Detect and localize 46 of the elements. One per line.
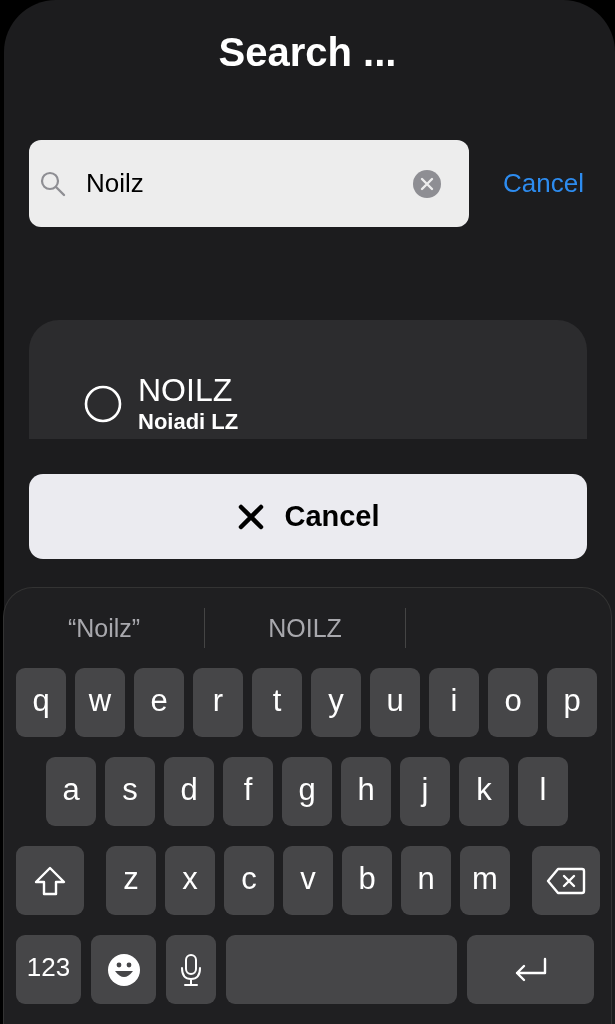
search-field[interactable]: Noilz [29,140,469,227]
microphone-icon [179,952,203,987]
letter-key[interactable]: j [400,757,450,826]
letter-key[interactable]: x [165,846,215,915]
cancel-link[interactable]: Cancel [503,168,584,199]
sheet-title: Search ... [217,29,398,76]
letter-key[interactable]: r [193,668,243,737]
letter-key[interactable]: l [518,757,568,826]
result-subtitle: Noiadi LZ [138,408,239,436]
radio-button[interactable] [84,385,122,423]
smiley-icon [106,952,141,987]
cancel-button[interactable]: Cancel [29,474,587,559]
result-title[interactable]: NOILZ [138,372,239,408]
letter-key[interactable]: f [223,757,273,826]
letter-key[interactable]: m [460,846,510,915]
microphone-key[interactable] [166,935,216,1004]
letter-key[interactable]: e [134,668,184,737]
letter-key[interactable]: o [488,668,538,737]
letter-key[interactable]: q [16,668,66,737]
delete-key[interactable] [532,846,600,915]
letter-key[interactable]: t [252,668,302,737]
emoji-key[interactable] [91,935,156,1004]
letter-key[interactable]: b [342,846,392,915]
letter-key[interactable]: u [370,668,420,737]
letter-key[interactable]: s [105,757,155,826]
clear-icon[interactable] [413,169,441,198]
letter-key[interactable]: v [283,846,333,915]
shift-key[interactable] [16,846,84,915]
word-suggestion[interactable]: NOILZ [205,613,405,643]
letter-key[interactable]: c [224,846,274,915]
letter-key[interactable]: z [106,846,156,915]
letter-key[interactable]: p [547,668,597,737]
word-suggestion[interactable]: “Noilz” [4,613,204,643]
backspace-icon [546,865,586,896]
letter-key[interactable]: n [401,846,451,915]
numbers-key[interactable]: 123 [16,935,81,1004]
search-icon [39,169,67,198]
letter-key[interactable]: h [341,757,391,826]
letter-key[interactable]: a [46,757,96,826]
search-query: Noilz [86,168,145,199]
letter-key[interactable]: i [429,668,479,737]
letter-key[interactable]: g [282,757,332,826]
letter-key[interactable]: w [75,668,125,737]
letter-key[interactable]: y [311,668,361,737]
letter-key[interactable]: k [459,757,509,826]
letter-key[interactable]: d [164,757,214,826]
